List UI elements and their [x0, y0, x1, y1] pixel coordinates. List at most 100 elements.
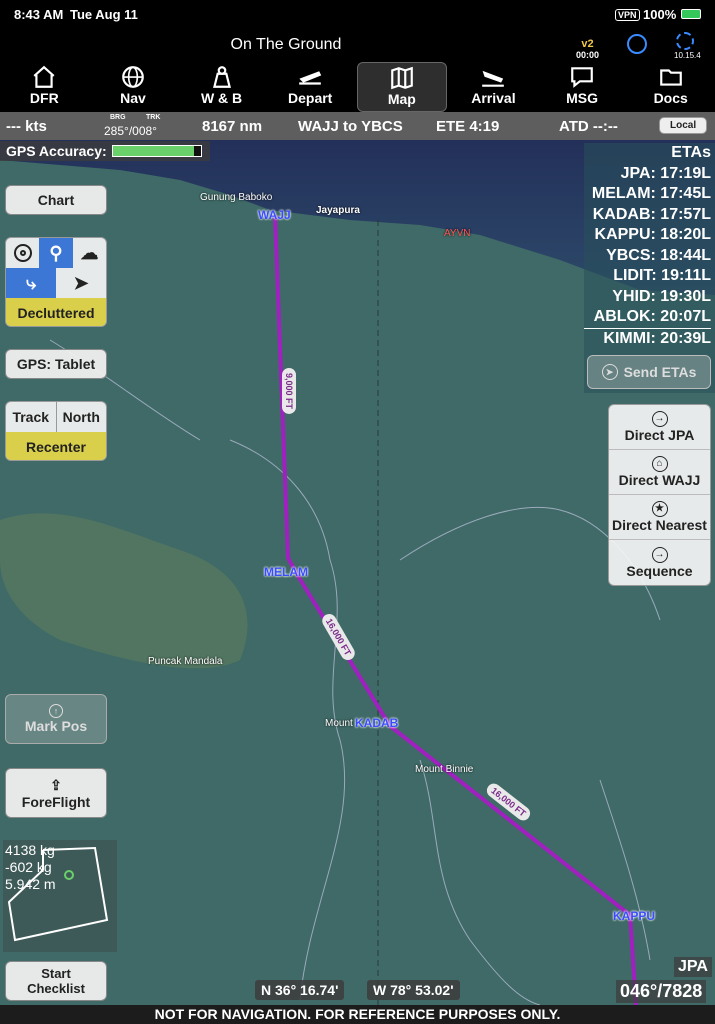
gps-accuracy: GPS Accuracy:: [0, 141, 210, 161]
arrow-circle-icon: →: [651, 546, 668, 563]
bearing-distance-readout: 046°/7828: [616, 980, 707, 1003]
arrow-circle-icon: →: [651, 411, 668, 427]
status-bar: 8:43 AM Tue Aug 11 VPN 100%: [0, 0, 715, 28]
eta-item: KADAB: 17:57L: [592, 205, 711, 223]
recenter-button[interactable]: Recenter: [6, 432, 106, 460]
folder-icon: [659, 69, 682, 86]
gps-accuracy-fill: [113, 146, 194, 156]
page-title: On The Ground: [230, 36, 342, 53]
eta-item: YHID: 19:30L: [612, 287, 711, 305]
eta-header: ETAs: [671, 144, 711, 161]
title-bar: On The Ground v2 00:00 10.15.4: [0, 28, 715, 62]
longitude-readout: W 78° 53.02': [367, 980, 460, 1000]
place-jayapura: Jayapura: [316, 205, 360, 216]
sync-icon[interactable]: [627, 34, 647, 54]
tab-depart[interactable]: Depart: [266, 62, 355, 112]
waypoint-kadab[interactable]: KADAB: [355, 716, 398, 730]
chart-button[interactable]: Chart: [5, 185, 107, 215]
wb-margin: -602 kg: [5, 859, 52, 875]
altitude-label: 9,000 FT: [282, 367, 297, 415]
bearing-track: 285°/008°: [104, 124, 157, 138]
mark-position-button[interactable]: ↑ Mark Pos: [5, 694, 107, 744]
status-date: Tue Aug 11: [70, 7, 138, 22]
send-icon: ➤: [601, 364, 618, 380]
gps-accuracy-bar: [112, 145, 202, 157]
eta-item: JPA: 17:19L: [620, 164, 711, 182]
target-icon[interactable]: [6, 238, 39, 268]
disclaimer: NOT FOR NAVIGATION. FOR REFERENCE PURPOS…: [0, 1005, 715, 1024]
wb-cg: 5.942 m: [5, 876, 56, 892]
distance: 8167 nm: [202, 118, 263, 135]
share-icon: ⇪: [50, 776, 62, 793]
decluttered-button[interactable]: Decluttered: [6, 298, 106, 326]
ete: ETE 4:19: [436, 118, 500, 135]
globe-icon: [122, 66, 144, 88]
eta-item: ABLOK: 20:07L: [593, 308, 711, 325]
eta-item: LIDIT: 19:11L: [613, 267, 711, 284]
place-ayvn: AYVN: [444, 228, 471, 239]
latitude-readout: N 36° 16.74': [255, 980, 345, 1000]
place-gunung-baboko: Gunung Baboko: [200, 192, 273, 203]
layer-panel: ⚲ ☁ ⤷ ➤ Decluttered: [5, 237, 107, 327]
eta-item: YBCS: 18:44L: [606, 246, 711, 264]
eta-item: MELAM: 17:45L: [591, 185, 711, 202]
tab-map[interactable]: Map: [356, 62, 448, 112]
battery-icon: [681, 9, 701, 19]
main-nav: DFR Nav W & B Depart Map Arrival MSG Doc…: [0, 62, 715, 112]
orientation-panel: Track North Recenter: [5, 401, 107, 461]
direct-jpa-button[interactable]: → Direct JPA: [609, 405, 710, 450]
star-circle-icon: ★: [651, 501, 668, 517]
tab-nav[interactable]: Nav: [89, 62, 178, 112]
pin-icon[interactable]: ⚲: [39, 238, 73, 268]
eta-item: KAPPU: 18:20L: [594, 226, 711, 243]
sequence-button[interactable]: → Sequence: [609, 540, 710, 585]
location-arrow-icon[interactable]: ➤: [56, 268, 106, 298]
start-checklist-button[interactable]: Start Checklist: [5, 961, 107, 1001]
tab-msg[interactable]: MSG: [538, 62, 627, 112]
atd: ATD --:--: [559, 118, 618, 135]
waypoint-wajj[interactable]: WAJJ: [258, 208, 291, 222]
ground-speed: --- kts: [6, 118, 47, 135]
build-version: 10.15.4: [674, 51, 701, 60]
north-up-button[interactable]: North: [57, 402, 107, 432]
status-time: 8:43 AM: [14, 7, 64, 22]
track-up-button[interactable]: Track: [6, 402, 57, 432]
send-etas-button[interactable]: ➤ Send ETAs: [587, 355, 711, 389]
waypoint-melam[interactable]: MELAM: [264, 565, 308, 579]
route-line: [273, 214, 638, 1005]
brg-label: BRG: [110, 114, 126, 121]
settings-icon[interactable]: [676, 32, 694, 50]
message-icon: [571, 67, 593, 88]
vpn-badge: VPN: [615, 9, 640, 21]
home-icon: [33, 65, 55, 88]
gps-source-button[interactable]: GPS: Tablet: [5, 349, 107, 379]
tab-docs[interactable]: Docs: [626, 62, 715, 112]
trk-label: TRK: [146, 114, 161, 121]
waypoint-kappu[interactable]: KAPPU: [613, 909, 655, 923]
weather-icon[interactable]: ☁: [73, 238, 106, 268]
route-icon[interactable]: ⤷: [6, 268, 56, 298]
place-mount: Mount: [325, 718, 353, 729]
tab-dfr[interactable]: DFR: [0, 62, 89, 112]
wb-weight: 4138 kg: [5, 842, 55, 858]
map-icon: [390, 66, 413, 90]
tab-weight-balance[interactable]: W & B: [177, 62, 266, 112]
takeoff-icon: [299, 71, 322, 85]
direct-panel: → Direct JPA ⌂ Direct WAJJ ★ Direct Near…: [608, 404, 711, 586]
weight-balance-widget[interactable]: 4138 kg -602 kg 5.942 m: [3, 840, 117, 952]
place-puncak-mandala: Puncak Mandala: [148, 656, 223, 667]
version-tag: v2 00:00: [576, 38, 600, 60]
landing-icon: [482, 70, 505, 87]
local-time-button[interactable]: Local: [659, 117, 708, 134]
foreflight-button[interactable]: ⇪ ForeFlight: [5, 768, 107, 818]
battery-percent: 100%: [643, 7, 677, 22]
eta-item: KIMMI: 20:39L: [584, 327, 711, 349]
place-mount-binnie: Mount Binnie: [415, 764, 474, 775]
mark-icon: ↑: [49, 704, 63, 718]
home-circle-icon: ⌂: [651, 456, 668, 472]
route: WAJJ to YBCS: [298, 118, 403, 135]
flight-info-bar: --- kts BRG TRK 285°/008° 8167 nm WAJJ t…: [0, 112, 715, 140]
direct-nearest-button[interactable]: ★ Direct Nearest: [609, 495, 710, 540]
tab-arrival[interactable]: Arrival: [449, 62, 538, 112]
direct-wajj-button[interactable]: ⌂ Direct WAJJ: [609, 450, 710, 495]
